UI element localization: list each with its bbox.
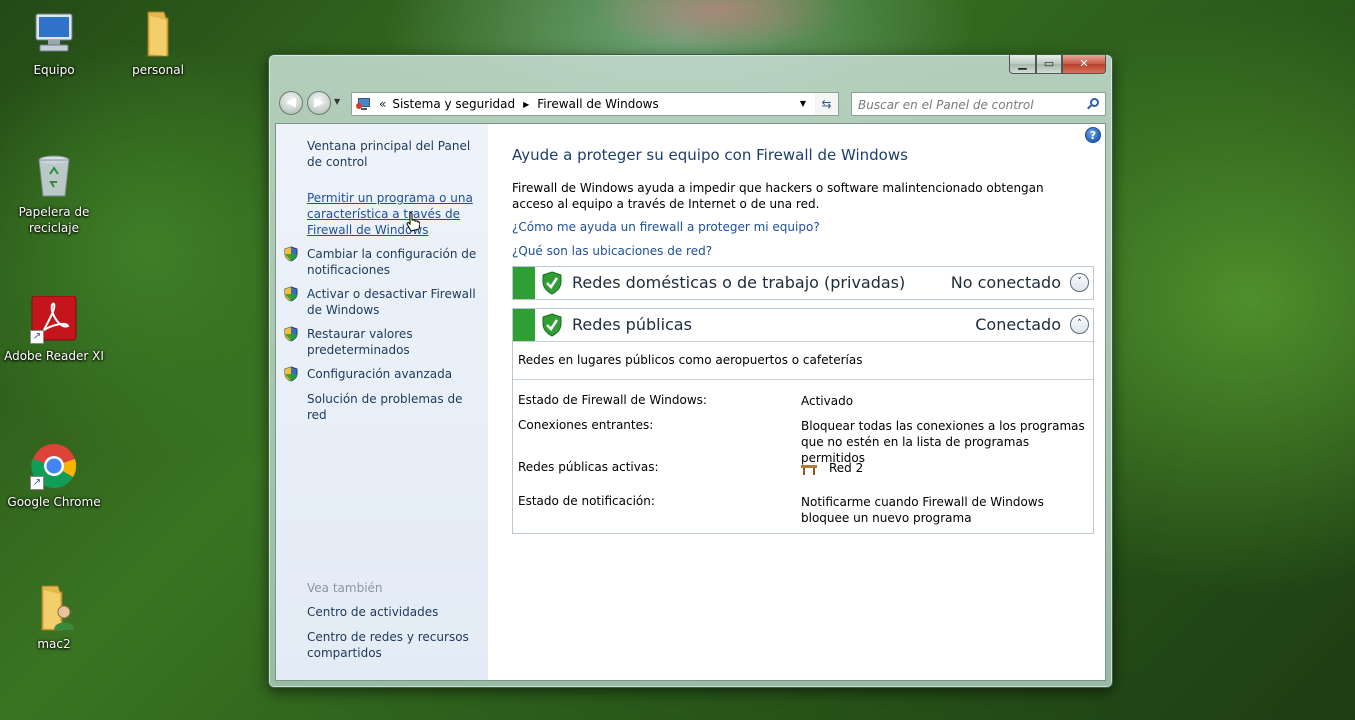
status-bar — [513, 309, 535, 341]
sidebar-item-restore-defaults[interactable]: Restaurar valores predeterminados — [307, 326, 482, 358]
search-input[interactable]: Buscar en el Panel de control — [851, 92, 1106, 116]
desktop-icon-label: Papelera de reciclaje — [18, 205, 90, 235]
desktop-icon-label: mac2 — [37, 637, 71, 651]
see-also-heading: Vea también — [307, 581, 383, 595]
close-button[interactable]: ✕ — [1062, 55, 1106, 74]
breadcrumb-overflow[interactable]: « — [379, 97, 386, 111]
folder-icon — [134, 10, 182, 58]
adobe-reader-icon: ↗ — [30, 295, 78, 344]
public-network-status: Conectado — [975, 315, 1061, 334]
task-sidebar: Ventana principal del Panel de control P… — [276, 124, 488, 680]
active-network-name: Red 2 — [829, 461, 864, 475]
detail-label-active-networks: Redes públicas activas: — [518, 460, 659, 474]
shield-check-icon — [542, 271, 562, 295]
desktop-icon-label: personal — [132, 63, 184, 77]
recent-pages-dropdown[interactable]: ▼ — [334, 97, 340, 106]
detail-value-notification: Notificarme cuando Firewall de Windows b… — [801, 495, 1044, 525]
search-icon[interactable] — [1087, 98, 1099, 110]
detail-value-incoming: Bloquear todas las conexiones a los prog… — [801, 419, 1085, 465]
shield-icon — [284, 246, 298, 262]
public-network-details: Redes en lugares públicos como aeropuert… — [513, 341, 1093, 533]
desktop-icon-papelera[interactable]: Papelera de reciclaje — [4, 152, 104, 236]
detail-label-notification: Estado de notificación: — [518, 494, 655, 508]
recycle-bin-icon — [30, 152, 78, 200]
navigation-bar: ◀ ▶ ▼ « Sistema y seguridad ▶ Firewall d… — [277, 89, 1106, 117]
sidebar-item-advanced-settings[interactable]: Configuración avanzada — [307, 366, 482, 382]
forward-button[interactable]: ▶ — [307, 91, 331, 115]
address-dropdown-icon[interactable]: ▼ — [800, 99, 806, 108]
public-network-header[interactable]: Redes públicas Conectado ˄ — [513, 309, 1093, 341]
shield-icon — [284, 326, 298, 342]
private-network-panel: Redes domésticas o de trabajo (privadas)… — [512, 266, 1094, 300]
shield-icon — [284, 366, 298, 382]
desktop-icon-label: Equipo — [33, 63, 75, 77]
private-network-name: Redes domésticas o de trabajo (privadas) — [572, 273, 906, 292]
refresh-button[interactable]: ⇆ — [815, 92, 839, 116]
maximize-button[interactable]: ▭ — [1036, 55, 1062, 74]
user-folder-icon — [30, 584, 78, 632]
shield-icon — [284, 286, 298, 302]
breadcrumb-sistema-y-seguridad[interactable]: Sistema y seguridad — [392, 97, 515, 111]
address-bar[interactable]: « Sistema y seguridad ▶ Firewall de Wind… — [351, 92, 839, 116]
detail-label-firewall-state: Estado de Firewall de Windows: — [518, 393, 707, 407]
private-network-header[interactable]: Redes domésticas o de trabajo (privadas)… — [513, 267, 1093, 299]
see-also-action-center[interactable]: Centro de actividades — [307, 604, 482, 620]
status-bar — [513, 267, 535, 299]
public-network-subtitle: Redes en lugares públicos como aeropuert… — [518, 353, 863, 367]
page-title: Ayude a proteger su equipo con Firewall … — [512, 146, 908, 164]
desktop-icon-adobe-reader[interactable]: ↗ Adobe Reader XI — [4, 295, 104, 364]
divider — [513, 379, 1093, 380]
breadcrumb-arrow-icon[interactable]: ▶ — [523, 100, 529, 109]
desktop-icon-mac2[interactable]: mac2 — [4, 584, 104, 652]
expand-button[interactable]: ˅ — [1070, 273, 1089, 292]
main-content: Ayude a proteger su equipo con Firewall … — [512, 124, 1102, 680]
minimize-button[interactable]: ▁ — [1009, 55, 1036, 74]
hand-cursor-icon — [406, 212, 420, 232]
control-panel-icon — [356, 96, 374, 112]
private-network-status: No conectado — [950, 273, 1061, 292]
detail-label-incoming: Conexiones entrantes: — [518, 418, 654, 432]
desktop-icon-label: Adobe Reader XI — [4, 349, 104, 363]
computer-icon — [30, 10, 78, 58]
firewall-window: ▁ ▭ ✕ ◀ ▶ ▼ « Sistema y seguridad ▶ Fire… — [268, 54, 1113, 688]
back-button[interactable]: ◀ — [279, 91, 303, 115]
sidebar-home-link[interactable]: Ventana principal del Panel de control — [307, 138, 482, 170]
desktop-icon-equipo[interactable]: Equipo — [4, 10, 104, 78]
shield-check-icon — [542, 313, 562, 337]
detail-value-firewall-state: Activado — [801, 394, 854, 408]
see-also-network-center[interactable]: Centro de redes y recursos compartidos — [307, 629, 482, 661]
caption-buttons: ▁ ▭ ✕ — [1009, 55, 1106, 74]
sidebar-item-troubleshoot[interactable]: Solución de problemas de red — [307, 391, 482, 423]
public-network-icon — [801, 463, 817, 475]
sidebar-item-toggle-firewall[interactable]: Activar o desactivar Firewall de Windows — [307, 286, 482, 318]
public-network-panel: Redes públicas Conectado ˄ Redes en luga… — [512, 308, 1094, 534]
collapse-button[interactable]: ˄ — [1070, 315, 1089, 334]
desktop-icon-personal[interactable]: personal — [108, 10, 208, 78]
public-network-name: Redes públicas — [572, 315, 692, 334]
help-link-firewall[interactable]: ¿Cómo me ayuda un firewall a proteger mi… — [512, 220, 820, 234]
sidebar-item-allow-program[interactable]: Permitir un programa o una característic… — [307, 190, 482, 238]
page-description: Firewall de Windows ayuda a impedir que … — [512, 181, 1044, 211]
client-area: Ventana principal del Panel de control P… — [275, 123, 1106, 681]
desktop-icon-google-chrome[interactable]: ↗ Google Chrome — [4, 442, 104, 510]
search-placeholder: Buscar en el Panel de control — [858, 98, 1034, 112]
chrome-icon: ↗ — [30, 442, 78, 490]
shortcut-arrow-icon: ↗ — [30, 330, 44, 344]
breadcrumb-firewall[interactable]: Firewall de Windows — [537, 97, 658, 111]
sidebar-item-notifications[interactable]: Cambiar la configuración de notificacion… — [307, 246, 482, 278]
detail-value-active-networks: Red 2 — [801, 460, 1091, 476]
shortcut-arrow-icon: ↗ — [30, 476, 44, 490]
help-link-network-locations[interactable]: ¿Qué son las ubicaciones de red? — [512, 244, 712, 258]
desktop-icon-label: Google Chrome — [7, 495, 101, 509]
